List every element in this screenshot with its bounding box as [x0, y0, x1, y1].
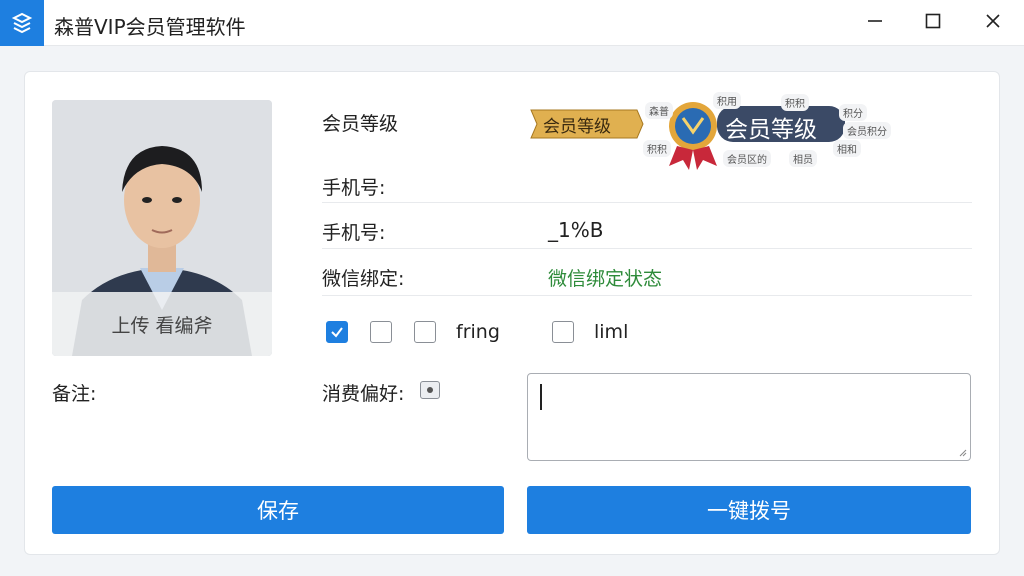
preference-checkbox-2[interactable] — [370, 321, 392, 343]
badge-tag: 会员积分 — [843, 122, 891, 139]
badge-tag: 积分 — [839, 104, 867, 121]
divider — [322, 202, 972, 203]
remarks-textarea[interactable] — [527, 373, 971, 461]
checkbox-label-fring: fring — [456, 321, 500, 343]
member-level-badge[interactable]: 会员等级 会员等级 森普 积用 积积 积分 会员积分 积积 会员区的 相员 相和 — [527, 88, 907, 174]
phone-label: 手机号: — [322, 177, 386, 199]
window-title: 森普VIP会员管理软件 — [54, 15, 246, 39]
maximize-icon — [925, 13, 941, 33]
badge-ribbon-text: 会员等级 — [543, 117, 611, 137]
close-button[interactable] — [964, 0, 1022, 46]
minimize-icon — [867, 13, 883, 33]
badge-tag: 森普 — [645, 102, 673, 119]
maximize-button[interactable] — [904, 0, 962, 46]
badge-tag: 积积 — [781, 94, 809, 111]
title-bar: 森普VIP会员管理软件 — [0, 0, 1024, 46]
checkbox-label-liml: liml — [594, 321, 629, 343]
phone-label-2: 手机号: — [322, 222, 386, 244]
dial-button[interactable]: 一键拨号 — [527, 486, 971, 534]
close-icon — [985, 13, 1001, 33]
edit-icon[interactable] — [420, 381, 440, 399]
remarks-label: 备注: — [52, 383, 97, 405]
preference-checkbox-4[interactable] — [552, 321, 574, 343]
member-photo[interactable]: 上传 看编斧 — [52, 100, 272, 356]
save-button[interactable]: 保存 — [52, 486, 504, 534]
resize-grip-icon[interactable] — [957, 447, 967, 457]
check-icon — [331, 327, 343, 338]
preference-checkbox-3[interactable] — [414, 321, 436, 343]
badge-main-text: 会员等级 — [725, 117, 817, 143]
preference-label: 消费偏好: — [322, 383, 405, 405]
minimize-button[interactable] — [846, 0, 904, 46]
badge-tag: 积用 — [713, 92, 741, 109]
wechat-label: 微信绑定: — [322, 268, 405, 290]
text-caret — [540, 384, 542, 410]
preference-checkbox-1[interactable] — [326, 321, 348, 343]
badge-tag: 会员区的 — [723, 150, 771, 167]
member-level-label: 会员等级 — [322, 113, 399, 135]
phone-value[interactable]: _1%B — [548, 218, 603, 242]
app-logo-icon — [0, 0, 44, 46]
badge-tag: 相员 — [789, 150, 817, 167]
wechat-status: 微信绑定状态 — [548, 268, 663, 290]
divider — [322, 295, 972, 296]
badge-tag: 相和 — [833, 140, 861, 157]
upload-overlay[interactable]: 上传 看编斧 — [52, 292, 272, 356]
badge-tag: 积积 — [643, 140, 671, 157]
divider — [322, 248, 972, 249]
